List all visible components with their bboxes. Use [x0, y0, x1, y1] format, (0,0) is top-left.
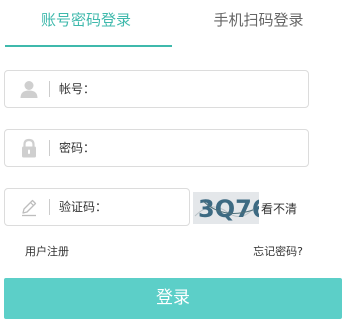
username-input[interactable] [101, 71, 300, 107]
field-separator [49, 140, 50, 156]
captcha-code-text: 3Q76 [198, 195, 259, 223]
register-link[interactable]: 用户注册 [25, 243, 69, 259]
captcha-image[interactable]: 3Q76 [193, 192, 269, 224]
field-separator [49, 81, 50, 97]
password-label: 密码： [59, 141, 96, 155]
user-icon [19, 79, 39, 99]
field-separator [49, 199, 50, 215]
password-input[interactable] [101, 130, 300, 166]
captcha-input[interactable] [123, 189, 181, 225]
password-field[interactable]: 密码： [4, 129, 309, 167]
active-tab-indicator [5, 45, 172, 47]
captcha-field[interactable]: 验证码： [4, 188, 190, 226]
captcha-refresh-link[interactable]: 看不清 [261, 200, 297, 217]
login-panel: 账号密码登录 手机扫码登录 帐号： 密码： 验证码： 3Q7 看不清 用户注册 … [0, 0, 345, 329]
forgot-password-link[interactable]: 忘记密码? [253, 243, 303, 259]
username-field[interactable]: 帐号： [4, 70, 309, 108]
captcha-label: 验证码： [59, 200, 108, 214]
tab-account-login[interactable]: 账号密码登录 [0, 0, 172, 48]
login-button[interactable]: 登录 [4, 278, 342, 319]
lock-icon [19, 138, 39, 158]
pencil-icon [19, 197, 39, 217]
tab-qrcode-login[interactable]: 手机扫码登录 [172, 0, 345, 48]
username-label: 帐号： [59, 82, 96, 96]
